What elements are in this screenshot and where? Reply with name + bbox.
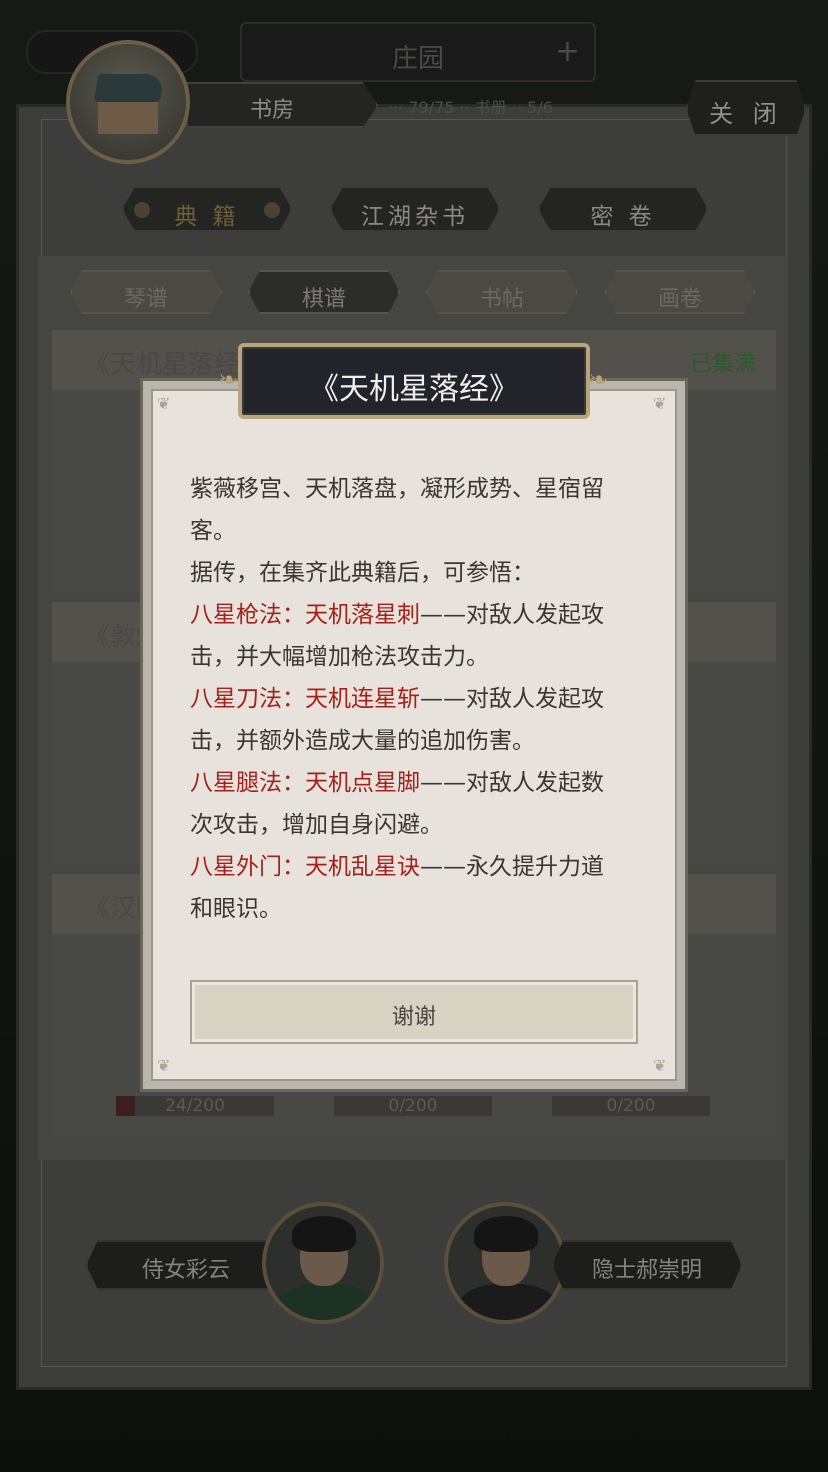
skill-desc-line: 击，并额外造成大量的追加伤害。 bbox=[190, 728, 535, 754]
npc-hermit-avatar[interactable] bbox=[444, 1202, 566, 1324]
close-label: 关 闭 bbox=[709, 100, 783, 128]
skill-name: 八星枪法：天机落星刺 bbox=[190, 602, 420, 628]
npc-name-plate[interactable]: 侍女彩云 bbox=[86, 1240, 286, 1290]
thanks-button[interactable]: 谢谢 bbox=[190, 980, 638, 1044]
dialog-description: 紫薇移宫、天机落盘，凝形成势、星宿留 客。 据传，在集齐此典籍后，可参悟： 八星… bbox=[190, 468, 638, 930]
progress-label: 24/200 bbox=[165, 1096, 225, 1116]
dialog-title: 《天机星落经》 bbox=[309, 372, 519, 407]
book-name: 《天机星落经 bbox=[84, 350, 241, 380]
npc-name: 隐士郝崇明 bbox=[591, 1258, 702, 1283]
study-building-icon bbox=[66, 40, 190, 164]
skill-desc: ——对敌人发起攻 bbox=[420, 602, 604, 628]
book-status: 已集满 bbox=[689, 352, 756, 377]
thanks-label: 谢谢 bbox=[391, 1005, 436, 1030]
skill-entry: 八星腿法：天机点星脚——对敌人发起数 bbox=[190, 762, 638, 804]
subtab-label: 棋谱 bbox=[301, 287, 346, 312]
skill-desc: ——对敌人发起攻 bbox=[420, 686, 604, 712]
npc-name-plate[interactable]: 隐士郝崇明 bbox=[552, 1240, 742, 1290]
progress-label: 0/200 bbox=[388, 1096, 438, 1116]
location-title: 庄园 bbox=[391, 44, 444, 74]
building-name: 书房 bbox=[249, 98, 294, 123]
subtab-label: 书帖 bbox=[479, 287, 524, 312]
skill-entry: 八星刀法：天机连星斩——对敌人发起攻 bbox=[190, 678, 638, 720]
building-base bbox=[98, 102, 158, 134]
subtab-qipu[interactable]: 棋谱 bbox=[248, 270, 400, 314]
skill-entry: 八星枪法：天机落星刺——对敌人发起攻 bbox=[190, 594, 638, 636]
progress-bar: 24/200 bbox=[116, 1096, 274, 1116]
skill-desc: ——对敌人发起数 bbox=[420, 770, 604, 796]
npc-robe bbox=[458, 1284, 558, 1320]
npc-hair bbox=[292, 1216, 356, 1252]
skill-name: 八星刀法：天机连星斩 bbox=[190, 686, 420, 712]
skill-desc-line: 击，并大幅增加枪法攻击力。 bbox=[190, 644, 489, 670]
corner-ornament-icon: ❦ bbox=[653, 394, 667, 413]
title-ornament-left-icon: ❧ bbox=[218, 366, 239, 394]
intro-line: 据传，在集齐此典籍后，可参悟： bbox=[190, 560, 535, 586]
dialog-title-plate: 《天机星落经》 bbox=[238, 343, 590, 419]
skill-entry: 八星外门：天机乱星诀——永久提升力道 bbox=[190, 846, 638, 888]
collection-count: ··· 79/75 ·· 书册 ·· 5/6 bbox=[388, 98, 553, 117]
subtab-huajuan[interactable]: 画卷 bbox=[604, 270, 756, 314]
skill-desc-line: 和眼识。 bbox=[190, 896, 282, 922]
category-tab-secret-scrolls[interactable]: 密 卷 bbox=[538, 186, 708, 232]
category-tab-classics[interactable]: 典 籍 bbox=[122, 186, 292, 232]
npc-hair bbox=[474, 1216, 538, 1252]
npc-name: 侍女彩云 bbox=[141, 1258, 230, 1283]
category-label: 江湖杂书 bbox=[361, 204, 469, 230]
plus-icon[interactable]: + bbox=[555, 34, 580, 69]
intro-line: 客。 bbox=[190, 518, 236, 544]
category-label: 密 卷 bbox=[590, 204, 656, 230]
ornament-right-icon bbox=[264, 202, 280, 218]
corner-ornament-icon: ❦ bbox=[653, 1056, 667, 1075]
subtab-qinpu[interactable]: 琴谱 bbox=[70, 270, 222, 314]
skill-name: 八星外门：天机乱星诀 bbox=[190, 854, 420, 880]
skill-name: 八星腿法：天机点星脚 bbox=[190, 770, 420, 796]
corner-ornament-icon: ❦ bbox=[157, 1056, 171, 1075]
subtab-label: 琴谱 bbox=[123, 287, 168, 312]
building-roof bbox=[94, 74, 164, 102]
intro-line: 紫薇移宫、天机落盘，凝形成势、星宿留 bbox=[190, 476, 604, 502]
corner-ornament-icon: ❦ bbox=[157, 394, 171, 413]
subtab-label: 画卷 bbox=[657, 287, 702, 312]
progress-label: 0/200 bbox=[606, 1096, 656, 1116]
category-tab-misc-books[interactable]: 江湖杂书 bbox=[330, 186, 500, 232]
title-ornament-right-icon: ❧ bbox=[588, 366, 609, 394]
building-name-plate: 书房 bbox=[186, 82, 378, 128]
npc-robe bbox=[276, 1284, 376, 1320]
progress-bar: 0/200 bbox=[552, 1096, 710, 1116]
skill-desc-line: 次攻击，增加自身闪避。 bbox=[190, 812, 443, 838]
progress-bar: 0/200 bbox=[334, 1096, 492, 1116]
close-button[interactable]: 关 闭 bbox=[686, 80, 806, 136]
npc-maid-avatar[interactable] bbox=[262, 1202, 384, 1324]
location-bar: 庄园 + bbox=[240, 22, 596, 82]
subtab-shutie[interactable]: 书帖 bbox=[426, 270, 578, 314]
skill-desc: ——永久提升力道 bbox=[420, 854, 604, 880]
